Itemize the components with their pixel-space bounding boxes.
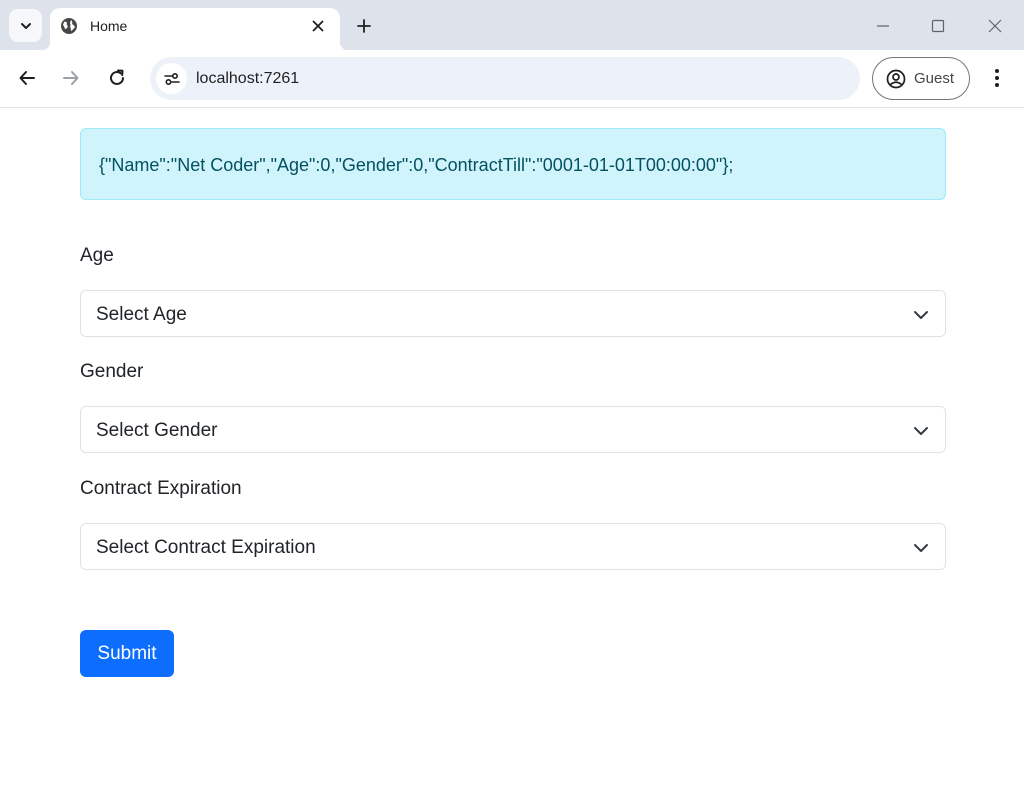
url-text: localhost:7261	[196, 70, 300, 87]
gender-select[interactable]: Select Gender	[80, 406, 946, 453]
tab-strip: Home	[0, 0, 1024, 50]
site-info-button[interactable]	[156, 63, 187, 94]
forward-arrow-icon	[63, 71, 79, 85]
tab-home[interactable]: Home	[42, 8, 348, 50]
close-icon	[312, 20, 324, 32]
gender-label: Gender	[80, 361, 144, 382]
browser-menu-button[interactable]	[985, 65, 1009, 91]
chevron-down-icon	[914, 544, 928, 552]
new-tab-button[interactable]	[352, 14, 376, 38]
contract-expiration-label: Contract Expiration	[80, 478, 242, 499]
contract-expiration-select[interactable]: Select Contract Expiration	[80, 523, 946, 570]
globe-icon	[61, 18, 77, 34]
profile-icon	[886, 69, 906, 88]
address-bar[interactable]: localhost:7261	[150, 57, 860, 100]
tab-search-icon	[20, 22, 31, 29]
window-close-icon	[988, 19, 1002, 33]
profile-button[interactable]: Guest	[872, 57, 970, 100]
gender-select-value: Select Gender	[96, 420, 218, 441]
back-button[interactable]	[14, 65, 40, 91]
maximize-icon	[931, 19, 945, 33]
site-settings-icon	[163, 72, 180, 85]
forward-button[interactable]	[58, 65, 84, 91]
minimize-button[interactable]	[871, 14, 895, 38]
minimize-icon	[877, 25, 889, 27]
back-arrow-icon	[19, 71, 35, 85]
tab-search-button[interactable]	[9, 9, 42, 42]
age-select[interactable]: Select Age	[80, 290, 946, 337]
profile-label: Guest	[914, 70, 955, 87]
submit-button[interactable]: Submit	[80, 630, 174, 677]
age-label: Age	[80, 245, 114, 266]
contract-expiration-select-value: Select Contract Expiration	[96, 537, 316, 558]
reload-button[interactable]	[104, 65, 130, 91]
chevron-down-icon	[914, 427, 928, 435]
window-close-button[interactable]	[983, 14, 1007, 38]
chevron-down-icon	[914, 311, 928, 319]
reload-icon	[110, 69, 124, 85]
browser-toolbar: localhost:7261 Guest	[0, 50, 1024, 108]
more-vert-icon	[995, 69, 999, 87]
maximize-button[interactable]	[926, 14, 950, 38]
age-select-value: Select Age	[96, 304, 187, 325]
tab-title: Home	[90, 18, 128, 34]
plus-icon	[357, 19, 371, 33]
info-alert: {"Name":"Net Coder","Age":0,"Gender":0,"…	[80, 128, 946, 200]
tab-close-button[interactable]	[309, 17, 327, 35]
